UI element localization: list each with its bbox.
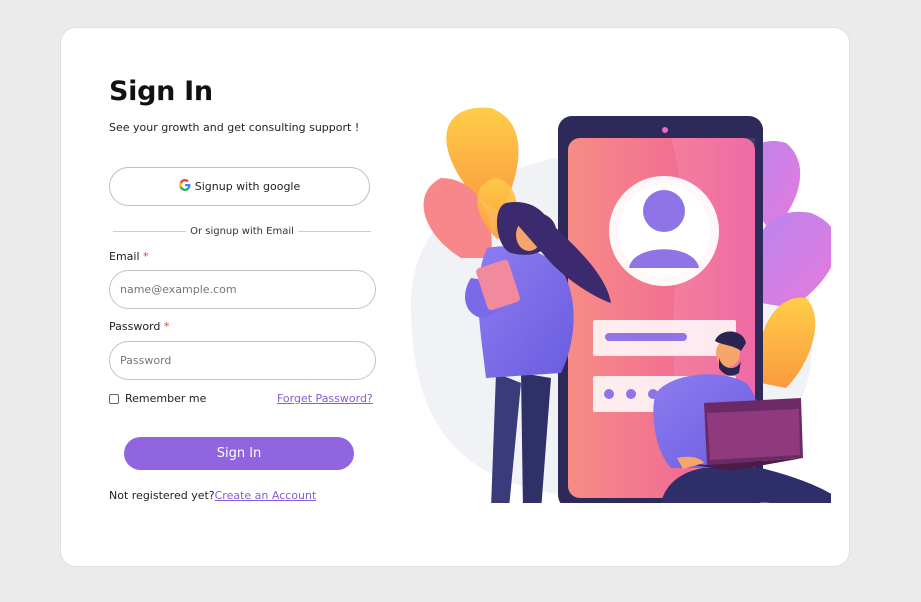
email-label-text: Email: [109, 250, 140, 263]
password-label: Password *: [109, 320, 169, 333]
remember-label: Remember me: [125, 392, 207, 405]
page-title: Sign In: [109, 76, 213, 107]
email-label: Email *: [109, 250, 149, 263]
remember-checkbox[interactable]: [109, 393, 119, 404]
register-prompt-text: Not registered yet?: [109, 489, 215, 502]
password-label-text: Password: [109, 320, 161, 333]
signin-illustration: [401, 83, 863, 531]
remember-me[interactable]: Remember me: [109, 392, 206, 405]
google-signup-button[interactable]: Signup with google: [109, 167, 370, 206]
google-icon: [179, 179, 195, 194]
email-required-mark: *: [143, 250, 149, 263]
divider-line-right: [297, 230, 371, 232]
signin-card: Sign In See your growth and get consulti…: [60, 27, 863, 567]
register-prompt: Not registered yet?Create an Account: [109, 489, 316, 502]
create-account-link[interactable]: Create an Account: [215, 489, 317, 502]
divider-line-left: [113, 230, 187, 232]
divider-text: Or signup with Email: [190, 225, 294, 237]
email-divider: Or signup with Email: [113, 224, 371, 238]
email-input[interactable]: [109, 270, 376, 309]
google-signup-label: Signup with google: [194, 180, 301, 193]
password-input[interactable]: [109, 341, 376, 380]
signin-button[interactable]: Sign In: [124, 437, 354, 470]
forgot-password-link[interactable]: Forget Password?: [277, 392, 373, 405]
page-subtitle: See your growth and get consulting suppo…: [109, 121, 360, 134]
password-required-mark: *: [163, 320, 170, 333]
